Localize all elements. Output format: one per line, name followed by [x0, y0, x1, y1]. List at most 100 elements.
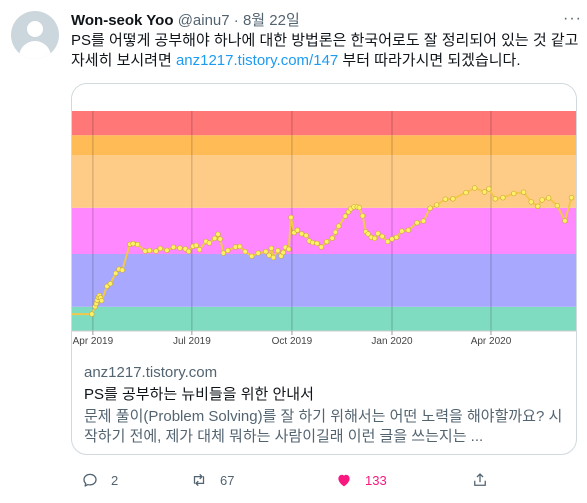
more-options-icon[interactable]: ··· — [563, 10, 582, 28]
rating-point — [399, 228, 405, 234]
rating-point — [554, 202, 560, 209]
rating-point — [89, 311, 95, 317]
tweet-text-part-2: 부터 따라가시면 되겠습니다. — [338, 52, 521, 69]
separator-dot: · — [233, 12, 239, 29]
rating-point — [134, 241, 141, 248]
tweet-text: PS를 어떻게 공부해야 하나에 대한 방법론은 한국어로도 잘 정리되어 있는… — [71, 31, 581, 71]
rating-point — [500, 194, 506, 201]
rating-point — [164, 247, 170, 254]
rating-point — [275, 248, 281, 254]
card-description: 문제 풀이(Problem Solving)를 잘 하기 위해서는 어떤 노력을… — [84, 408, 563, 445]
rating-point — [379, 233, 385, 240]
rating-point — [206, 240, 213, 246]
x-tick-label-2: Jul 2019 — [173, 336, 211, 347]
rating-point — [336, 223, 342, 229]
heart-icon — [338, 474, 350, 487]
rating-point — [288, 214, 294, 221]
rating-point — [539, 197, 545, 203]
x-tick-label-4: Jan 2020 — [371, 336, 413, 347]
rating-point — [332, 229, 339, 235]
rating-point — [119, 267, 125, 273]
share-icon — [474, 473, 486, 486]
rating-point — [270, 254, 277, 261]
retweet-count: 67 — [220, 472, 235, 488]
reply-icon — [83, 473, 97, 487]
tweet-header: Won-seok Yoo @ainu7 · 8월 22일 — [71, 11, 300, 31]
rating-point — [314, 240, 320, 247]
rating-band-3 — [72, 155, 576, 208]
rating-point — [472, 185, 478, 191]
author-name[interactable]: Won-seok Yoo — [71, 12, 174, 29]
reply-button[interactable]: 2 — [81, 468, 118, 492]
rating-point — [420, 218, 427, 224]
rating-band-5 — [72, 111, 576, 136]
rating-point — [193, 242, 199, 249]
share-button[interactable] — [471, 468, 501, 492]
tweet-actions: 2 67 133 — [71, 468, 581, 492]
retweet-icon — [193, 473, 205, 487]
rating-point — [286, 246, 292, 252]
rating-point — [492, 196, 498, 202]
rating-point — [356, 204, 363, 211]
rating-point — [318, 244, 325, 250]
rating-point — [170, 244, 177, 250]
chart-top-strip — [72, 84, 576, 111]
rating-point — [107, 281, 113, 287]
author-handle[interactable]: @ainu7 — [178, 12, 230, 29]
rating-point — [112, 270, 119, 277]
rating-point — [153, 248, 159, 254]
rating-point — [371, 235, 378, 242]
rating-point — [185, 248, 192, 255]
card-image-chart: Jan 2019Apr 2019Jul 2019Oct 2019Jan 2020… — [72, 84, 576, 348]
reply-count: 2 — [111, 472, 119, 488]
rating-point — [196, 246, 203, 253]
tweet-link[interactable]: anz1217.tistory.com/147 — [176, 52, 338, 69]
rating-point — [520, 189, 527, 195]
rating-point — [442, 196, 448, 202]
rating-point — [220, 250, 227, 256]
rating-band-0 — [72, 306, 576, 331]
rating-point — [215, 231, 221, 237]
rating-point — [433, 202, 440, 208]
rating-point — [225, 247, 231, 254]
rating-point — [142, 248, 148, 254]
rating-point — [237, 243, 243, 250]
rating-point — [427, 205, 433, 211]
rating-point — [242, 248, 248, 255]
rating-point — [486, 186, 492, 192]
rating-point — [405, 227, 411, 233]
avatar[interactable] — [11, 11, 59, 59]
rating-point — [450, 196, 456, 202]
rating-point — [545, 195, 552, 201]
rating-point — [389, 236, 395, 242]
rating-point — [299, 231, 305, 237]
rating-point — [294, 227, 301, 233]
rating-point — [535, 203, 541, 210]
rating-band-1 — [72, 254, 576, 307]
rating-point — [309, 239, 316, 246]
rating-point — [268, 245, 275, 252]
link-preview-card[interactable]: Jan 2019Apr 2019Jul 2019Oct 2019Jan 2020… — [71, 83, 577, 455]
rating-point — [303, 232, 309, 239]
rating-point — [255, 250, 261, 256]
rating-point — [414, 220, 420, 226]
rating-point — [146, 247, 153, 254]
rating-point — [511, 190, 517, 197]
tweet-date[interactable]: 8월 22일 — [243, 12, 300, 29]
card-meta: anz1217.tistory.com PS를 공부하는 뉴비들을 위한 안내서… — [84, 363, 564, 447]
x-tick-label-1: Apr 2019 — [73, 336, 114, 347]
rating-point — [177, 245, 183, 251]
rating-point — [324, 239, 330, 245]
card-title: PS를 공부하는 뉴비들을 위한 안내서 — [84, 386, 314, 403]
rating-point — [463, 189, 469, 196]
like-count: 133 — [365, 472, 387, 488]
retweet-button[interactable]: 67 — [190, 468, 234, 492]
avatar-head-shape — [27, 21, 43, 37]
x-tick-label-5: Apr 2020 — [471, 336, 512, 347]
like-button[interactable]: 133 — [335, 468, 387, 492]
rating-point — [130, 241, 136, 247]
rating-point — [375, 230, 381, 237]
rating-point — [98, 297, 105, 304]
rating-point — [385, 238, 391, 245]
rating-band-2 — [72, 207, 576, 254]
